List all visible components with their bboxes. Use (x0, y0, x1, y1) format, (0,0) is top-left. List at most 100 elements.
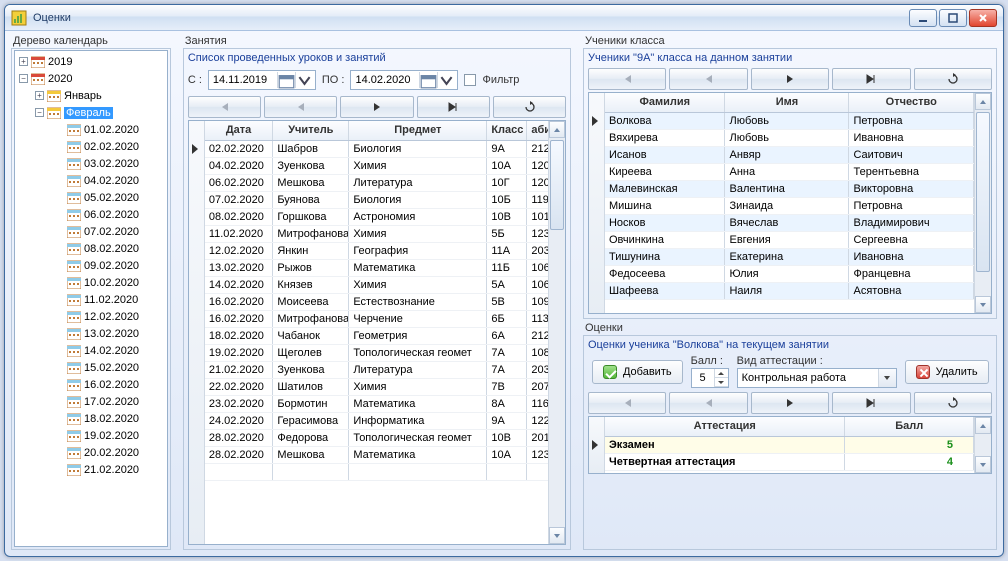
first-button[interactable] (588, 392, 666, 414)
table-row[interactable]: ИсановАнвярСаитович (605, 146, 974, 163)
table-row[interactable]: МишинаЗинаидаПетровна (605, 197, 974, 214)
table-row[interactable]: 11.02.2020МитрофановаХимия5Б123 (205, 225, 548, 242)
tree-year[interactable]: +2019 (17, 53, 165, 70)
table-row[interactable]: 21.02.2020ЗуенковаЛитература7А203 (205, 361, 548, 378)
table-row[interactable]: 28.02.2020МешковаМатематика10А123 (205, 446, 548, 463)
table-row[interactable]: 08.02.2020ГоршковаАстрономия10В101 (205, 208, 548, 225)
col-lastname[interactable]: Фамилия (605, 93, 725, 112)
scroll-up-icon[interactable] (975, 417, 991, 434)
tree-day[interactable]: 20.02.2020 (17, 444, 165, 461)
scroll-up-icon[interactable] (549, 121, 565, 138)
splitter-right[interactable] (575, 35, 579, 550)
tree-day[interactable]: 21.02.2020 (17, 461, 165, 478)
spin-down-icon[interactable] (714, 378, 728, 387)
next-button[interactable] (751, 68, 829, 90)
table-row[interactable]: 06.02.2020МешковаЛитература10Г120 (205, 174, 548, 191)
scroll-down-icon[interactable] (975, 456, 991, 473)
last-button[interactable] (832, 392, 910, 414)
date-to-input[interactable] (350, 70, 458, 90)
table-row[interactable]: 28.02.2020ФедороваТопологическая геомет1… (205, 429, 548, 446)
col-subject[interactable]: Предмет (349, 121, 487, 140)
prev-button[interactable] (264, 96, 337, 118)
col-teacher[interactable]: Учитель (273, 121, 349, 140)
spin-up-icon[interactable] (714, 369, 728, 378)
table-row[interactable]: ТишунинаЕкатеринаИвановна (605, 248, 974, 265)
tree-month[interactable]: −Февраль (17, 104, 165, 121)
table-row[interactable]: ОвчинкинаЕвгенияСергеевна (605, 231, 974, 248)
lessons-grid[interactable]: Дата Учитель Предмет Класс абине 02.02.2… (188, 120, 566, 545)
tree-day[interactable]: 12.02.2020 (17, 308, 165, 325)
prev-button[interactable] (669, 68, 747, 90)
scrollbar[interactable] (974, 417, 991, 473)
expand-icon[interactable]: + (35, 91, 44, 100)
tree-day[interactable]: 03.02.2020 (17, 155, 165, 172)
refresh-button[interactable] (493, 96, 566, 118)
table-row[interactable]: 18.02.2020ЧабанокГеометрия6А212 (205, 327, 548, 344)
add-button[interactable]: Добавить (592, 360, 683, 384)
date-to-field[interactable] (355, 74, 419, 86)
tree-day[interactable]: 11.02.2020 (17, 291, 165, 308)
table-row[interactable]: 22.02.2020ШатиловХимия7В207 (205, 378, 548, 395)
collapse-icon[interactable]: − (19, 74, 28, 83)
score-spinner[interactable] (691, 368, 729, 388)
col-class[interactable]: Класс (487, 121, 527, 140)
collapse-icon[interactable]: − (35, 108, 44, 117)
calendar-icon[interactable] (419, 72, 437, 88)
tree-month[interactable]: +Январь (17, 87, 165, 104)
chevron-down-icon[interactable] (878, 369, 896, 387)
prev-button[interactable] (669, 392, 747, 414)
table-row[interactable]: 07.02.2020БуяноваБиология10Б119 (205, 191, 548, 208)
table-row[interactable]: 23.02.2020БормотинМатематика8А116 (205, 395, 548, 412)
tree-day[interactable]: 05.02.2020 (17, 189, 165, 206)
maximize-button[interactable] (939, 9, 967, 27)
tree-day[interactable]: 10.02.2020 (17, 274, 165, 291)
tree-day[interactable]: 07.02.2020 (17, 223, 165, 240)
col-room[interactable]: абине (527, 121, 548, 140)
table-row[interactable]: 14.02.2020КнязевХимия5А106 (205, 276, 548, 293)
scroll-up-icon[interactable] (975, 93, 991, 110)
next-button[interactable] (751, 392, 829, 414)
tree-day[interactable]: 09.02.2020 (17, 257, 165, 274)
first-button[interactable] (588, 68, 666, 90)
table-row[interactable]: ФедосееваЮлияФранцевна (605, 265, 974, 282)
chevron-down-icon[interactable] (437, 72, 455, 88)
tree-day[interactable]: 01.02.2020 (17, 121, 165, 138)
calendar-icon[interactable] (277, 72, 295, 88)
tree-day[interactable]: 14.02.2020 (17, 342, 165, 359)
table-row[interactable]: 02.02.2020ШабровБиология9А212 (205, 140, 548, 157)
table-row[interactable]: ВолковаЛюбовьПетровна (605, 112, 974, 129)
col-score[interactable]: Балл (845, 417, 974, 436)
close-button[interactable] (969, 9, 997, 27)
table-row[interactable]: 16.02.2020МитрофановаЧерчение6Б113 (205, 310, 548, 327)
scroll-down-icon[interactable] (549, 527, 565, 544)
next-button[interactable] (340, 96, 413, 118)
filter-checkbox[interactable] (464, 74, 476, 86)
table-row[interactable]: 13.02.2020РыжовМатематика11Б106 (205, 259, 548, 276)
table-row[interactable]: 19.02.2020ЩеголевТопологическая геомет7А… (205, 344, 548, 361)
refresh-button[interactable] (914, 68, 992, 90)
table-row[interactable]: ВяхиреваЛюбовьИвановна (605, 129, 974, 146)
table-row[interactable] (205, 463, 548, 480)
tree-day[interactable]: 06.02.2020 (17, 206, 165, 223)
table-row[interactable]: НосковВячеславВладимирович (605, 214, 974, 231)
minimize-button[interactable] (909, 9, 937, 27)
col-attestation[interactable]: Аттестация (605, 417, 845, 436)
table-row[interactable]: МалевинскаяВалентинаВикторовна (605, 180, 974, 197)
table-row[interactable]: ШафееваНаиляАсятовна (605, 282, 974, 299)
tree-day[interactable]: 13.02.2020 (17, 325, 165, 342)
table-row[interactable]: Экзамен5 (605, 436, 974, 453)
table-row[interactable]: КирееваАннаТерентьевна (605, 163, 974, 180)
col-midname[interactable]: Отчество (849, 93, 974, 112)
table-row[interactable]: 16.02.2020МоисееваЕстествознание5В109 (205, 293, 548, 310)
date-from-input[interactable] (208, 70, 316, 90)
tree-day[interactable]: 04.02.2020 (17, 172, 165, 189)
tree-day[interactable]: 17.02.2020 (17, 393, 165, 410)
table-row[interactable]: 04.02.2020ЗуенковаХимия10А120 (205, 157, 548, 174)
calendar-tree[interactable]: +2019−2020+Январь−Февраль01.02.202002.02… (14, 50, 168, 547)
tree-day[interactable]: 16.02.2020 (17, 376, 165, 393)
last-button[interactable] (417, 96, 490, 118)
grades-grid[interactable]: Аттестация Балл Экзамен5Четвертная аттес… (588, 416, 992, 474)
tree-day[interactable]: 15.02.2020 (17, 359, 165, 376)
students-grid[interactable]: Фамилия Имя Отчество ВолковаЛюбовьПетров… (588, 92, 992, 314)
col-date[interactable]: Дата (205, 121, 273, 140)
